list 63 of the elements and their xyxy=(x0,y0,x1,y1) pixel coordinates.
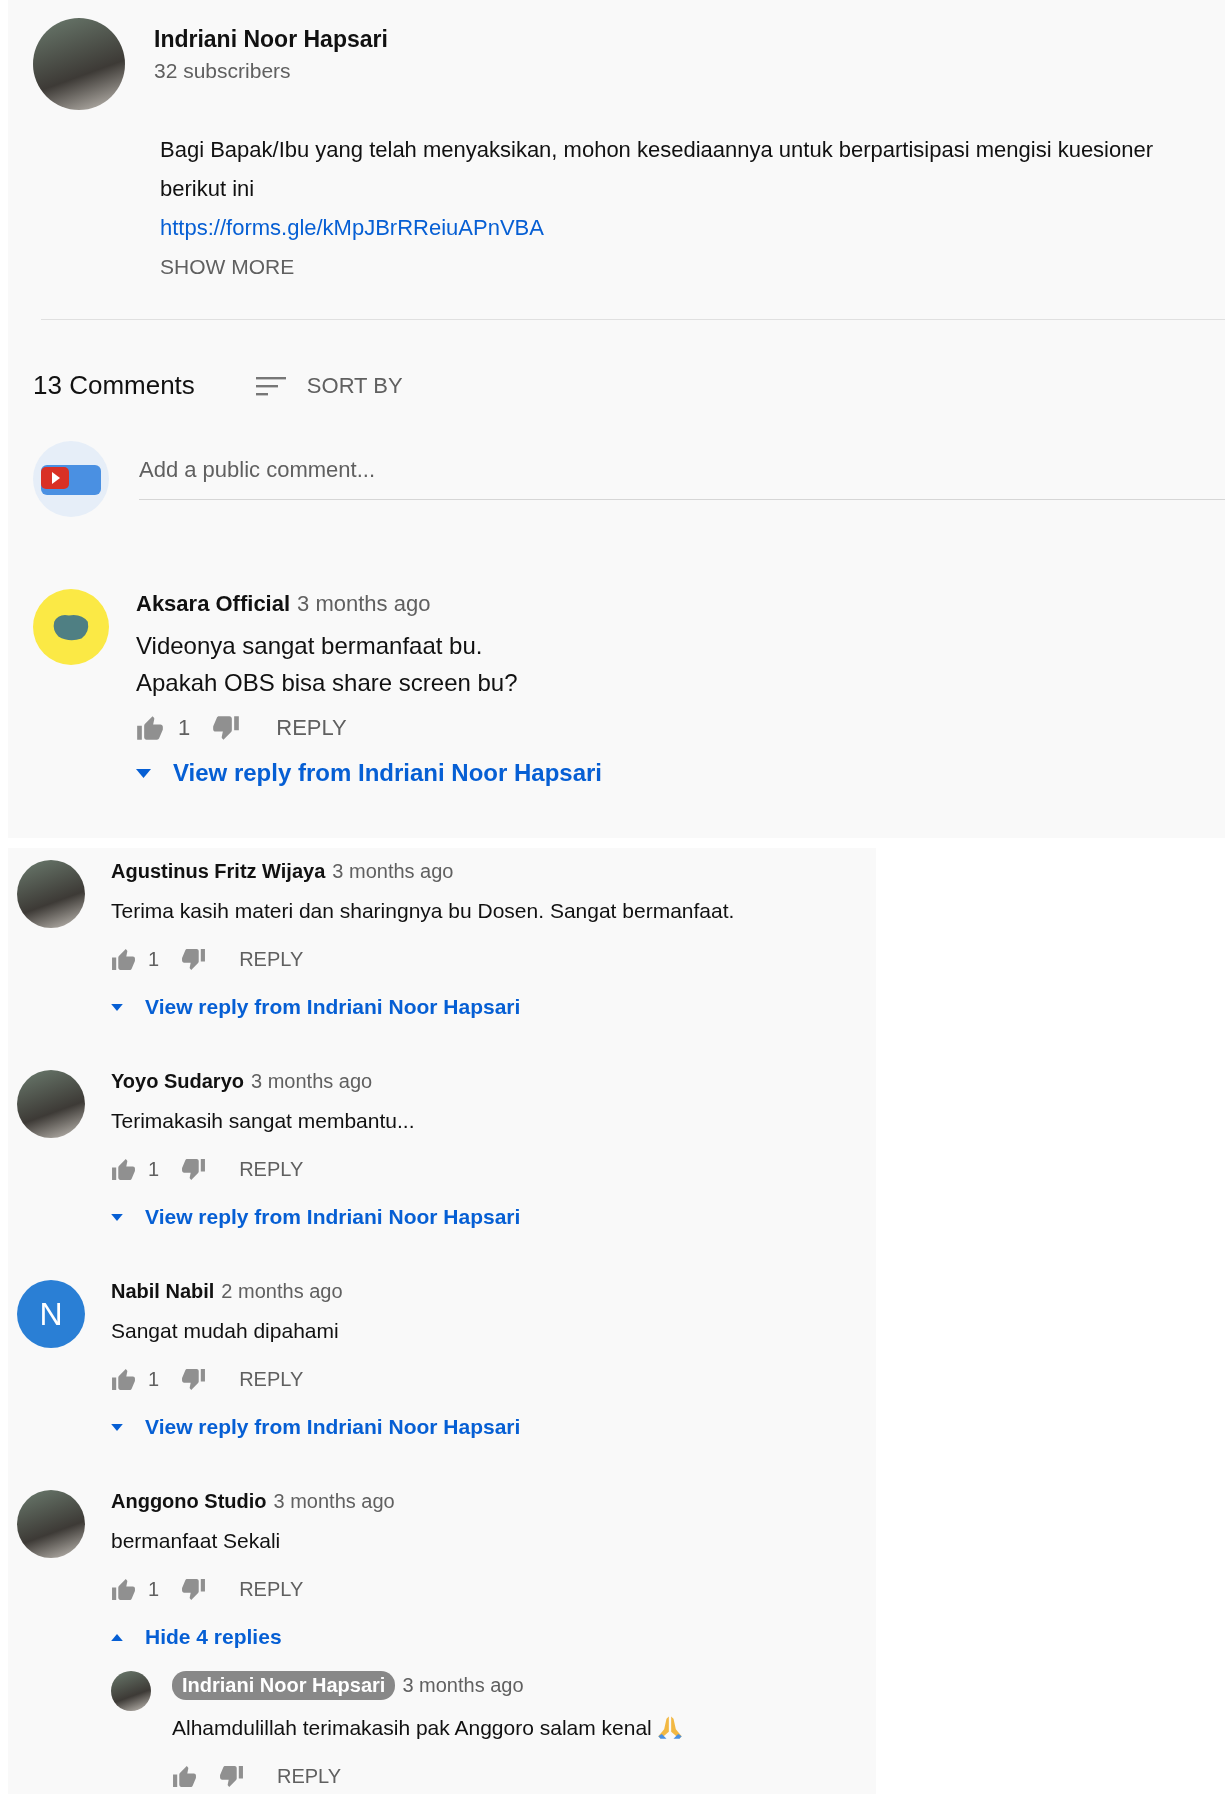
comment-time[interactable]: 3 months ago xyxy=(273,1490,395,1513)
thumbs-down-icon[interactable] xyxy=(212,715,241,741)
comment-input-field[interactable]: Add a public comment... xyxy=(139,447,1225,500)
thumbs-up-icon[interactable] xyxy=(136,715,164,741)
comment-text: Terima kasih materi dan sharingnya bu Dosen. Sangat bermanfaat. xyxy=(111,898,735,924)
replies-toggle[interactable]: View reply from Indriani Noor Hapsari xyxy=(111,1205,521,1229)
thumbs-down-icon[interactable] xyxy=(181,1158,207,1181)
caret-icon xyxy=(111,1003,123,1011)
replies-toggle[interactable]: View reply from Indriani Noor Hapsari xyxy=(111,1415,521,1439)
thumbs-down-icon[interactable] xyxy=(181,948,207,971)
comment-text: Videonya sangat bermanfaat bu. Apakah OBS bisa share screen bu? xyxy=(136,631,518,698)
comment-author[interactable]: Yoyo Sudaryo xyxy=(111,1070,244,1093)
thumbs-down-icon[interactable] xyxy=(181,1578,207,1601)
form-link[interactable]: https://forms.gle/kMpJBrRReiuAPnVBA xyxy=(160,208,544,247)
replies-toggle[interactable]: Hide 4 replies xyxy=(111,1625,282,1649)
like-count: 1 xyxy=(148,1578,160,1601)
reply-button[interactable]: REPLY xyxy=(239,1578,304,1601)
comment-time[interactable]: 3 months ago xyxy=(332,860,454,883)
comment-time[interactable]: 3 months ago xyxy=(297,591,431,617)
caret-icon xyxy=(111,1213,123,1221)
like-count: 1 xyxy=(148,1368,160,1391)
thumbs-up-icon[interactable] xyxy=(111,948,136,971)
channel-name[interactable]: Indriani Noor Hapsari xyxy=(154,25,388,53)
reply-button[interactable]: REPLY xyxy=(276,715,347,741)
thumbs-up-icon[interactable] xyxy=(111,1578,136,1601)
reply-button[interactable]: REPLY xyxy=(239,948,304,971)
like-count: 1 xyxy=(148,948,160,971)
comment-author[interactable]: Agustinus Fritz Wijaya xyxy=(111,860,326,883)
thumbs-up-icon[interactable] xyxy=(111,1368,136,1391)
comment-text: Terimakasih sangat membantu... xyxy=(111,1108,415,1134)
comment-author[interactable]: Aksara Official xyxy=(136,591,291,617)
replies-toggle[interactable]: View reply from Indriani Noor Hapsari xyxy=(136,759,602,787)
like-count: 1 xyxy=(178,715,191,741)
channel-logo-icon xyxy=(33,441,109,517)
comment-count: 13 Comments xyxy=(33,370,195,401)
thumbs-up-icon[interactable] xyxy=(111,1158,136,1181)
reply-button[interactable]: REPLY xyxy=(239,1368,304,1391)
thumbs-down-icon[interactable] xyxy=(181,1368,207,1391)
video-description: Bagi Bapak/Ibu yang telah menyaksikan, mohon kesediaannya untuk berpartisipasi mengisi kuesioner berikut ini xyxy=(160,136,1155,203)
comment-time[interactable]: 2 months ago xyxy=(221,1280,343,1303)
replies-toggle[interactable]: View reply from Indriani Noor Hapsari xyxy=(111,995,521,1019)
reply-text: Alhamdulillah terimakasih pak Anggoro salam kenal xyxy=(172,1715,652,1741)
comment-author[interactable]: Nabil Nabil xyxy=(111,1280,215,1303)
reply-author[interactable]: Indriani Noor Hapsari xyxy=(172,1671,396,1700)
reply-button[interactable]: REPLY xyxy=(277,1765,342,1788)
sort-icon xyxy=(254,374,287,397)
reply-avatar[interactable] xyxy=(111,1671,151,1711)
thumbs-down-icon[interactable] xyxy=(219,1765,244,1788)
caret-icon xyxy=(111,1423,123,1431)
show-more-button[interactable]: SHOW MORE xyxy=(160,255,295,279)
subscriber-count: 32 subscribers xyxy=(154,58,292,83)
comment-text: bermanfaat Sekali xyxy=(111,1528,281,1554)
thumbs-up-icon[interactable] xyxy=(172,1765,197,1788)
caret-icon xyxy=(136,768,151,778)
comment-author[interactable]: Anggono Studio xyxy=(111,1490,267,1513)
like-count: 1 xyxy=(148,1158,160,1181)
sort-by-button[interactable]: SORT BY xyxy=(254,372,403,399)
comment-time[interactable]: 3 months ago xyxy=(251,1070,373,1093)
commenter-avatar[interactable]: N xyxy=(17,1280,85,1348)
reply-button[interactable]: REPLY xyxy=(239,1158,304,1181)
caret-icon xyxy=(111,1633,123,1641)
comment-text: Sangat mudah dipahami xyxy=(111,1318,339,1344)
reply-time[interactable]: 3 months ago xyxy=(402,1674,524,1697)
